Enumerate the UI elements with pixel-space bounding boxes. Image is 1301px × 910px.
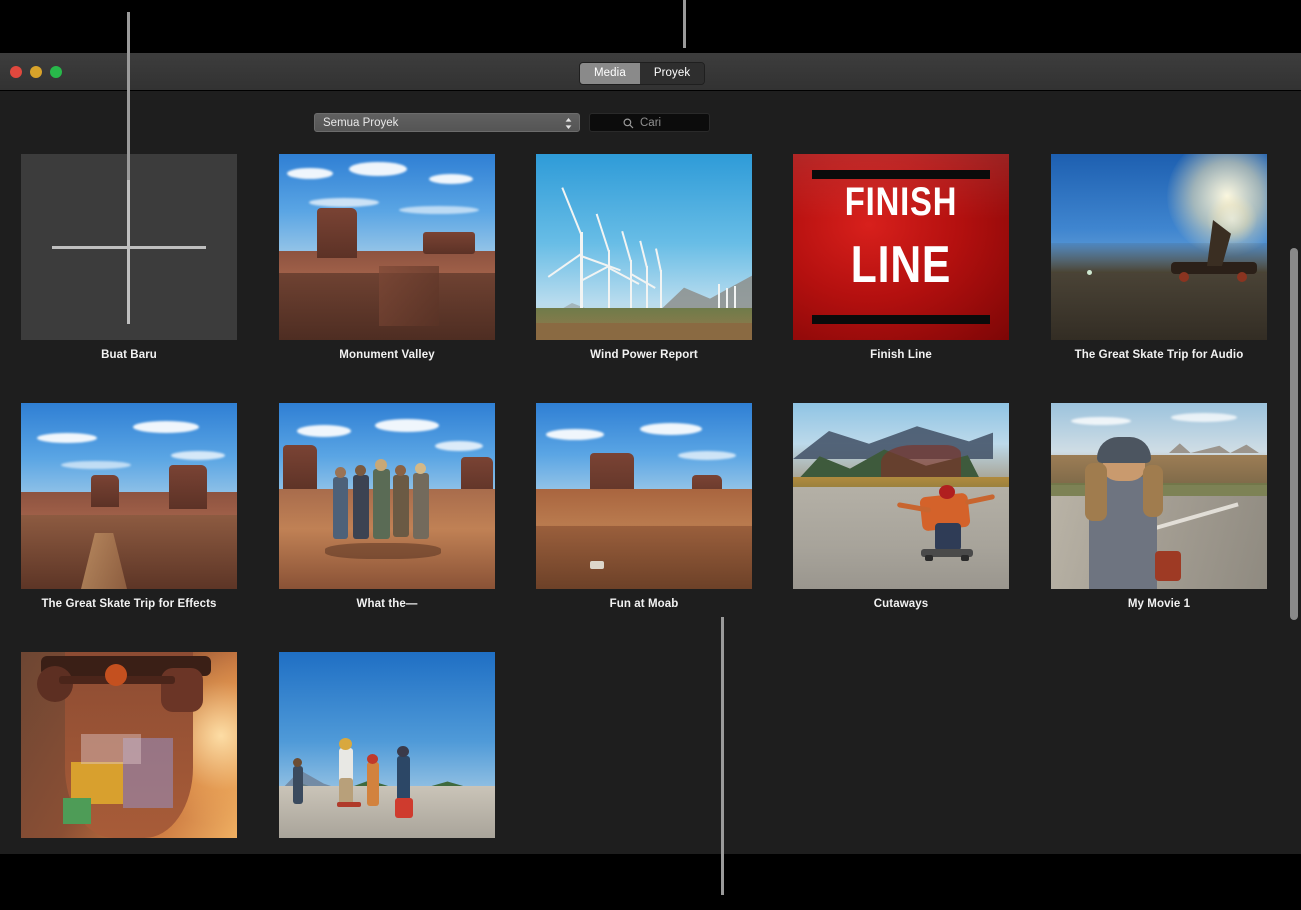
project-title: Buat Baru (0, 349, 258, 361)
project-thumbnail[interactable] (1051, 403, 1267, 589)
poster-line-2: LINE (812, 242, 989, 290)
poster-line-1: FINISH (812, 184, 989, 221)
window-controls (10, 66, 62, 78)
grid-row (0, 652, 1301, 854)
browser-content: Semua Proyek Cari (0, 91, 1301, 854)
project-tile[interactable]: My Movie 1 (1030, 403, 1288, 610)
project-tile[interactable]: The Great Skate Trip for Effects (0, 403, 258, 610)
tab-proyek[interactable]: Proyek (640, 63, 704, 84)
project-filter-value: Semua Proyek (323, 116, 398, 131)
project-thumbnail[interactable] (1051, 154, 1267, 340)
project-title: Wind Power Report (515, 349, 773, 361)
new-project-thumbnail[interactable] (21, 154, 237, 340)
project-tile[interactable] (258, 652, 516, 847)
search-placeholder: Cari (640, 116, 661, 131)
project-tile[interactable]: What the— (258, 403, 516, 610)
project-title: What the— (258, 598, 516, 610)
search-icon (623, 118, 634, 129)
library-mode-tabs[interactable]: Media Proyek (579, 62, 705, 85)
project-tile-new[interactable]: Buat Baru (0, 154, 258, 361)
plus-icon (21, 154, 237, 340)
search-field[interactable]: Cari (589, 113, 710, 132)
project-title: Finish Line (772, 349, 1030, 361)
pointer-line-top (683, 0, 686, 48)
project-tile[interactable]: Cutaways (772, 403, 1030, 610)
project-thumbnail[interactable] (279, 403, 495, 589)
pointer-line-left (127, 12, 130, 180)
project-thumbnail[interactable] (21, 652, 237, 838)
project-title: Fun at Moab (515, 598, 773, 610)
project-title: My Movie 1 (1030, 598, 1288, 610)
grid-row: The Great Skate Trip for Effects (0, 403, 1301, 652)
project-tile[interactable]: The Great Skate Trip for Audio (1030, 154, 1288, 361)
project-tile[interactable]: Fun at Moab (515, 403, 773, 610)
close-button[interactable] (10, 66, 22, 78)
screen: Media Proyek Semua Proyek Cari (0, 0, 1301, 910)
project-thumbnail[interactable] (536, 154, 752, 340)
minimize-button[interactable] (30, 66, 42, 78)
project-title: The Great Skate Trip for Effects (0, 598, 258, 610)
project-thumbnail[interactable]: FINISH LINE (793, 154, 1009, 340)
project-thumbnail[interactable] (793, 403, 1009, 589)
vertical-scrollbar[interactable] (1290, 248, 1298, 620)
project-title: Cutaways (772, 598, 1030, 610)
project-tile[interactable]: Wind Power Report (515, 154, 773, 361)
project-thumbnail[interactable] (279, 652, 495, 838)
grid-row: Buat Baru (0, 154, 1301, 403)
browser-toolbar: Semua Proyek Cari (0, 91, 1301, 154)
project-thumbnail[interactable] (536, 403, 752, 589)
project-title: The Great Skate Trip for Audio (1030, 349, 1288, 361)
pointer-line-bottom (721, 617, 724, 895)
zoom-button[interactable] (50, 66, 62, 78)
project-filter-dropdown[interactable]: Semua Proyek (314, 113, 580, 132)
project-grid: Buat Baru (0, 154, 1301, 854)
project-tile[interactable]: FINISH LINE Finish Line (772, 154, 1030, 361)
project-title: Monument Valley (258, 349, 516, 361)
project-thumbnail[interactable] (279, 154, 495, 340)
chevron-up-down-icon (564, 116, 573, 131)
tab-media[interactable]: Media (580, 63, 640, 84)
project-thumbnail[interactable] (21, 403, 237, 589)
project-tile[interactable]: Monument Valley (258, 154, 516, 361)
project-tile[interactable] (0, 652, 258, 847)
